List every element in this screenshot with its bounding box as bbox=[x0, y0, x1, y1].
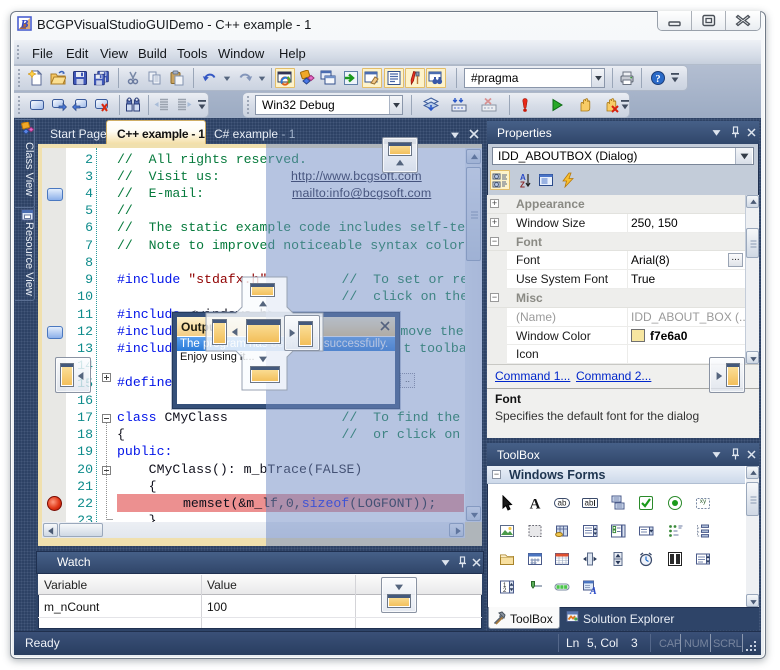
svg-text:xy: xy bbox=[699, 498, 706, 505]
svg-text:?: ? bbox=[655, 74, 660, 85]
svg-text:ab: ab bbox=[558, 499, 567, 508]
svg-text:Z: Z bbox=[520, 181, 525, 189]
svg-text:A: A bbox=[529, 497, 540, 512]
svg-text:ab: ab bbox=[585, 499, 594, 508]
svg-text:A: A bbox=[589, 586, 597, 595]
svg-text:B: B bbox=[19, 17, 28, 31]
